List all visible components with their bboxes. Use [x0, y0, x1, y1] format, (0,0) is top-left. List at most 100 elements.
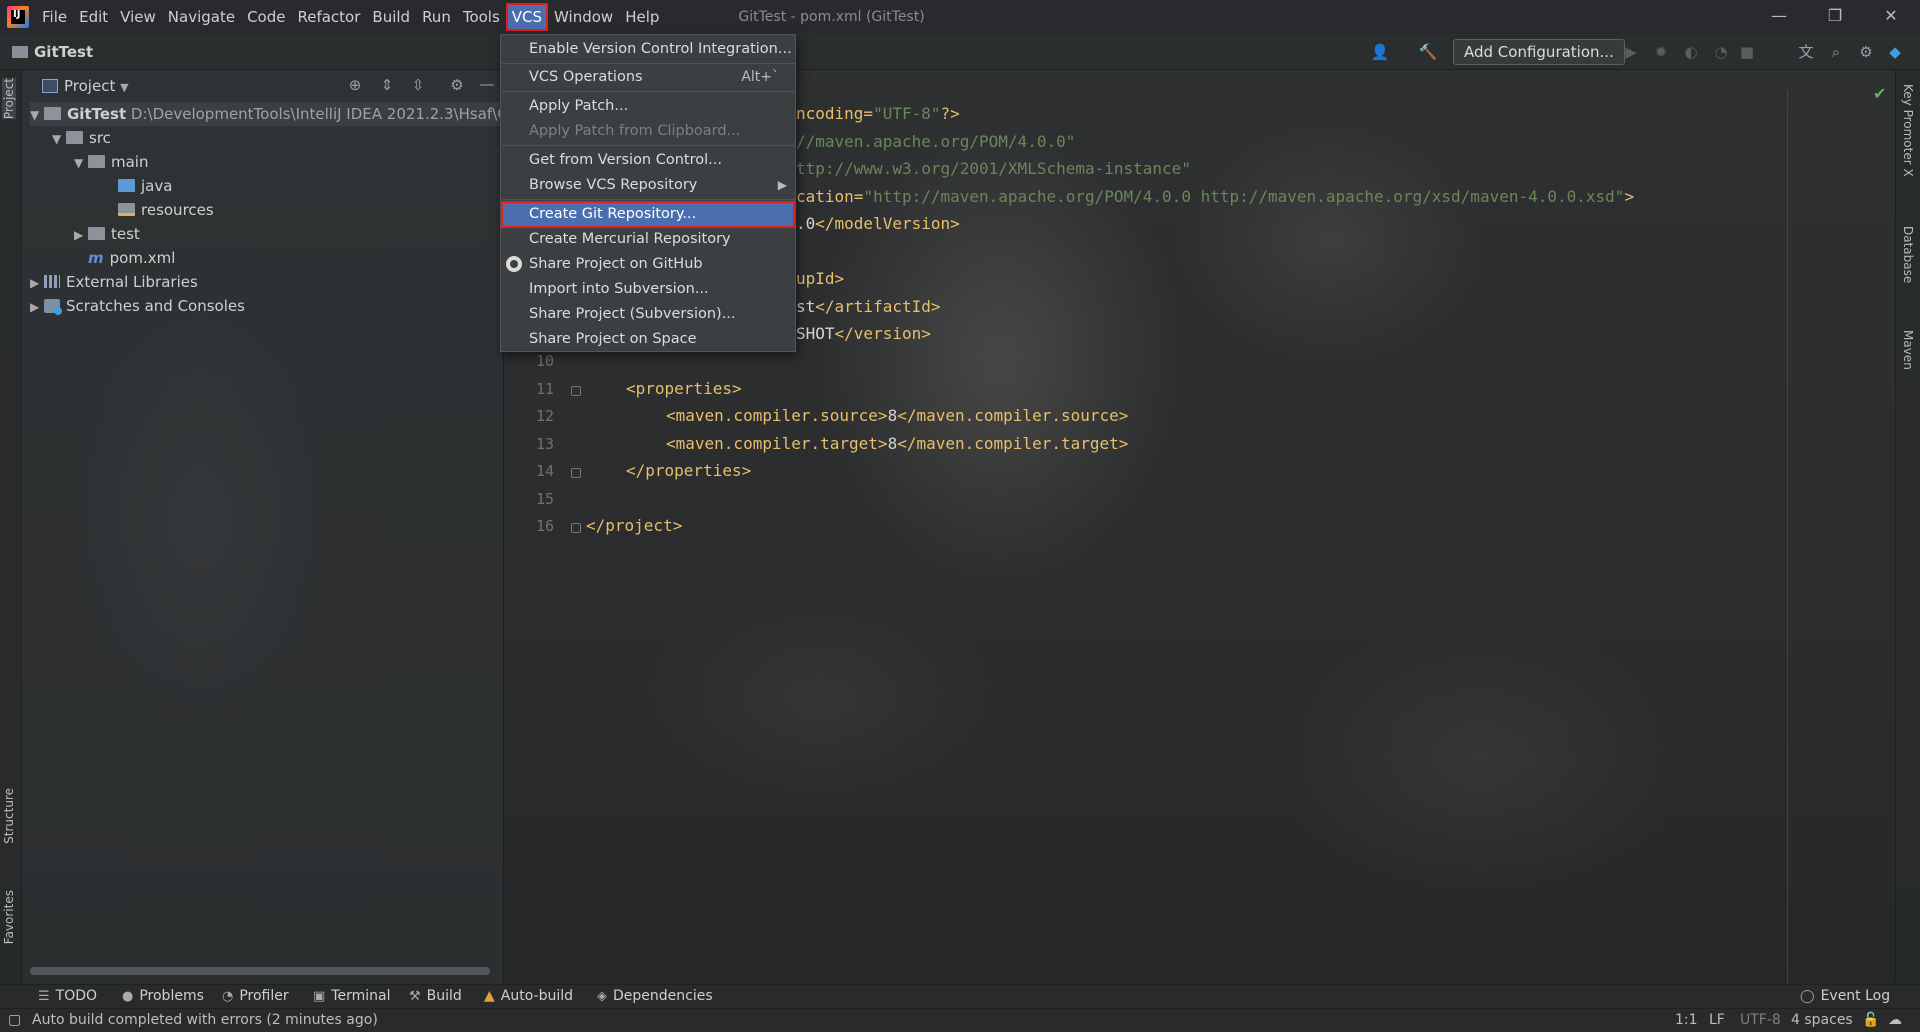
- menu-vcs[interactable]: VCS: [505, 3, 549, 31]
- code-line-4: cation="http://maven.apache.org/POM/4.0.…: [796, 187, 1635, 206]
- minimize-button[interactable]: —: [1752, 0, 1806, 34]
- line-number: 13: [535, 435, 554, 453]
- tab-database[interactable]: Database: [1901, 226, 1915, 283]
- build-hammer-icon[interactable]: 🔨: [1418, 42, 1438, 62]
- menu-item-browse-vcs-repository[interactable]: Browse VCS Repository ▶: [501, 173, 795, 197]
- menu-item-enable-vcs-integration[interactable]: Enable Version Control Integration...: [501, 37, 795, 61]
- tree-item-external-libraries[interactable]: ▶ External Libraries: [30, 270, 198, 294]
- tool-build[interactable]: ⚒ Build: [409, 988, 462, 1004]
- shortcut-label: Alt+`: [741, 69, 779, 85]
- panel-settings-gear-icon[interactable]: ⚙: [447, 75, 467, 95]
- run-icon[interactable]: ▶: [1621, 42, 1641, 62]
- menu-item-import-into-subversion[interactable]: Import into Subversion...: [501, 277, 795, 301]
- tree-item-resources[interactable]: resources: [118, 198, 214, 222]
- caret-position[interactable]: 1:1: [1675, 1012, 1698, 1028]
- indent-setting[interactable]: 4 spaces: [1791, 1012, 1853, 1028]
- menu-item-apply-patch-clipboard: Apply Patch from Clipboard...: [529, 123, 741, 139]
- resources-folder-icon: [118, 203, 135, 216]
- coverage-icon[interactable]: ◐: [1681, 42, 1701, 62]
- menu-item-create-git-repository[interactable]: Create Git Repository...: [501, 201, 795, 228]
- tool-auto-build[interactable]: ▲ Auto-build: [484, 988, 573, 1004]
- stop-icon[interactable]: ■: [1737, 42, 1757, 62]
- hide-panel-icon[interactable]: —: [477, 74, 497, 94]
- status-toggle-icon[interactable]: ▢: [8, 1012, 21, 1028]
- menu-item-get-from-vcs[interactable]: Get from Version Control...: [501, 148, 795, 172]
- line-separator[interactable]: LF: [1709, 1012, 1725, 1028]
- tree-item-gittest[interactable]: ▼ GitTest D:\DevelopmentTools\IntelliJ ID…: [30, 102, 535, 126]
- close-button[interactable]: ✕: [1864, 0, 1918, 34]
- translate-icon[interactable]: 文: [1796, 42, 1816, 62]
- collapse-all-icon[interactable]: ⇳: [408, 75, 428, 95]
- menu-run[interactable]: Run: [417, 4, 456, 30]
- tool-event-log[interactable]: ◯ Event Log: [1800, 988, 1890, 1004]
- plugin-icon[interactable]: ◆: [1885, 42, 1905, 62]
- menu-build[interactable]: Build: [367, 4, 415, 30]
- code-line-11: <properties>: [626, 379, 742, 398]
- tree-item-main[interactable]: ▼ main: [74, 150, 148, 174]
- status-message[interactable]: Auto build completed with errors (2 minu…: [32, 1012, 378, 1028]
- library-icon: [44, 275, 60, 288]
- tool-dependencies[interactable]: ◈ Dependencies: [597, 988, 713, 1004]
- menu-item-create-mercurial-repository[interactable]: Create Mercurial Repository: [501, 227, 795, 251]
- profiler-icon: ◔: [222, 989, 234, 1004]
- locate-file-icon[interactable]: ⊕: [345, 75, 365, 95]
- menu-window[interactable]: Window: [549, 4, 618, 30]
- menu-separator: [502, 91, 796, 92]
- profile-icon[interactable]: ◔: [1711, 42, 1731, 62]
- fold-marker-icon[interactable]: [571, 523, 581, 533]
- source-folder-icon: [118, 179, 135, 192]
- restore-button[interactable]: ❐: [1808, 0, 1862, 34]
- menu-view[interactable]: View: [115, 4, 161, 30]
- tab-maven[interactable]: Maven: [1901, 330, 1915, 370]
- menu-item-apply-patch[interactable]: Apply Patch...: [501, 94, 795, 118]
- code-line-16: </project>: [586, 516, 683, 535]
- maven-file-icon: m: [88, 249, 104, 267]
- tree-item-pom-xml[interactable]: m pom.xml: [74, 246, 175, 270]
- tab-project[interactable]: Project: [2, 78, 16, 120]
- menu-item-share-on-space[interactable]: Share Project on Space: [501, 327, 795, 351]
- lock-icon[interactable]: 🔓: [1862, 1012, 1879, 1028]
- event-log-icon: ◯: [1800, 989, 1815, 1004]
- tool-problems[interactable]: ● Problems: [122, 988, 204, 1004]
- tool-todo[interactable]: ☰ TODO: [38, 988, 97, 1004]
- settings-gear-icon[interactable]: ⚙: [1856, 42, 1876, 62]
- tool-profiler[interactable]: ◔ Profiler: [222, 988, 289, 1004]
- menu-item-share-subversion[interactable]: Share Project (Subversion)...: [501, 302, 795, 326]
- right-margin-guide: [1787, 90, 1788, 985]
- menu-help[interactable]: Help: [620, 4, 664, 30]
- menu-tools[interactable]: Tools: [458, 4, 505, 30]
- no-problems-check-icon[interactable]: ✔: [1873, 84, 1886, 103]
- intellij-logo-icon: IJ: [7, 6, 29, 28]
- debug-icon[interactable]: ✹: [1651, 42, 1671, 62]
- menu-file[interactable]: File: [37, 4, 72, 30]
- user-icon[interactable]: 👤: [1370, 42, 1390, 62]
- file-encoding[interactable]: UTF-8: [1740, 1012, 1781, 1028]
- menu-refactor[interactable]: Refactor: [292, 4, 365, 30]
- tool-window-bar: ☰ TODO ● Problems ◔ Profiler ▣ Terminal ⚒ Bui…: [0, 984, 1920, 1008]
- menu-item-vcs-operations[interactable]: VCS Operations Alt+`: [501, 65, 795, 89]
- tree-item-java[interactable]: java: [118, 174, 172, 198]
- breadcrumb-project[interactable]: GitTest: [12, 43, 93, 61]
- tab-favorites[interactable]: Favorites: [2, 890, 16, 944]
- fold-marker-icon[interactable]: [571, 468, 581, 478]
- project-view-selector[interactable]: Project ▼: [42, 77, 129, 95]
- tab-structure[interactable]: Structure: [2, 788, 16, 844]
- tab-key-promoter-x[interactable]: Key Promoter X: [1901, 84, 1915, 177]
- status-bar: ▢ Auto build completed with errors (2 mi…: [0, 1008, 1920, 1032]
- menu-edit[interactable]: Edit: [74, 4, 113, 30]
- tree-item-scratches[interactable]: ▶ Scratches and Consoles: [30, 294, 245, 318]
- menu-code[interactable]: Code: [242, 4, 290, 30]
- line-number: 14: [535, 462, 554, 480]
- add-configuration-button[interactable]: Add Configuration...: [1453, 39, 1625, 65]
- expand-all-icon[interactable]: ⇕: [377, 75, 397, 95]
- tree-item-src[interactable]: ▼ src: [52, 126, 111, 150]
- fold-marker-icon[interactable]: [571, 386, 581, 396]
- menu-item-share-on-github[interactable]: Share Project on GitHub: [501, 252, 795, 276]
- menu-separator: [502, 63, 796, 64]
- notifications-icon[interactable]: ☁: [1888, 1012, 1902, 1028]
- tool-terminal[interactable]: ▣ Terminal: [313, 988, 390, 1004]
- search-icon[interactable]: ⌕: [1826, 42, 1846, 62]
- menu-navigate[interactable]: Navigate: [163, 4, 240, 30]
- horizontal-scrollbar[interactable]: [30, 967, 490, 975]
- tree-item-test[interactable]: ▶ test: [74, 222, 140, 246]
